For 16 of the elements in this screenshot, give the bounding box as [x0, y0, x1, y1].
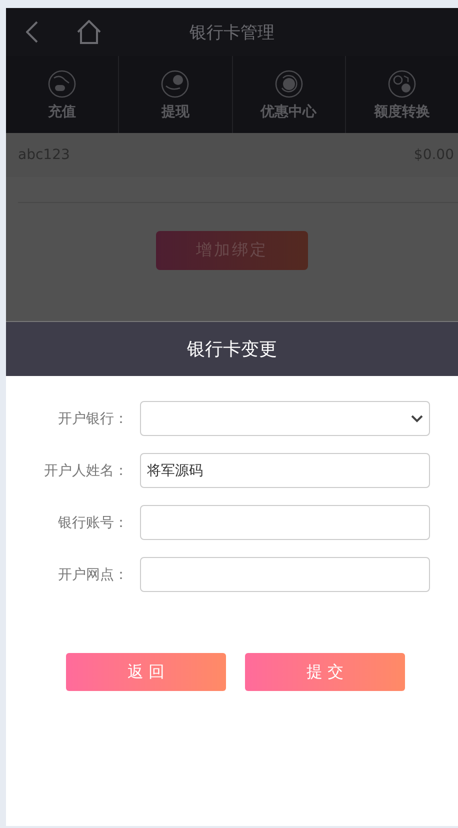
bank-select[interactable]: [140, 401, 430, 436]
action-button[interactable]: 返 回: [66, 653, 226, 691]
nav-item[interactable]: 额度转换: [346, 56, 458, 133]
action-button[interactable]: 提 交: [245, 653, 405, 691]
page-title: 银行卡管理: [190, 22, 274, 42]
back-icon[interactable]: [26, 21, 38, 43]
field-label: 开户人姓名：: [43, 462, 129, 480]
chevron-down-icon: [411, 414, 423, 422]
home-icon[interactable]: [76, 20, 102, 44]
field-label: 银行账号：: [57, 514, 129, 532]
dialog-title: 银行卡变更: [187, 338, 277, 361]
input-field[interactable]: 将军源码: [140, 453, 430, 488]
input-field[interactable]: [140, 557, 430, 592]
input-field[interactable]: [140, 505, 430, 540]
field-label: 开户银行：: [57, 410, 129, 428]
field-label: 开户网点：: [57, 566, 129, 584]
